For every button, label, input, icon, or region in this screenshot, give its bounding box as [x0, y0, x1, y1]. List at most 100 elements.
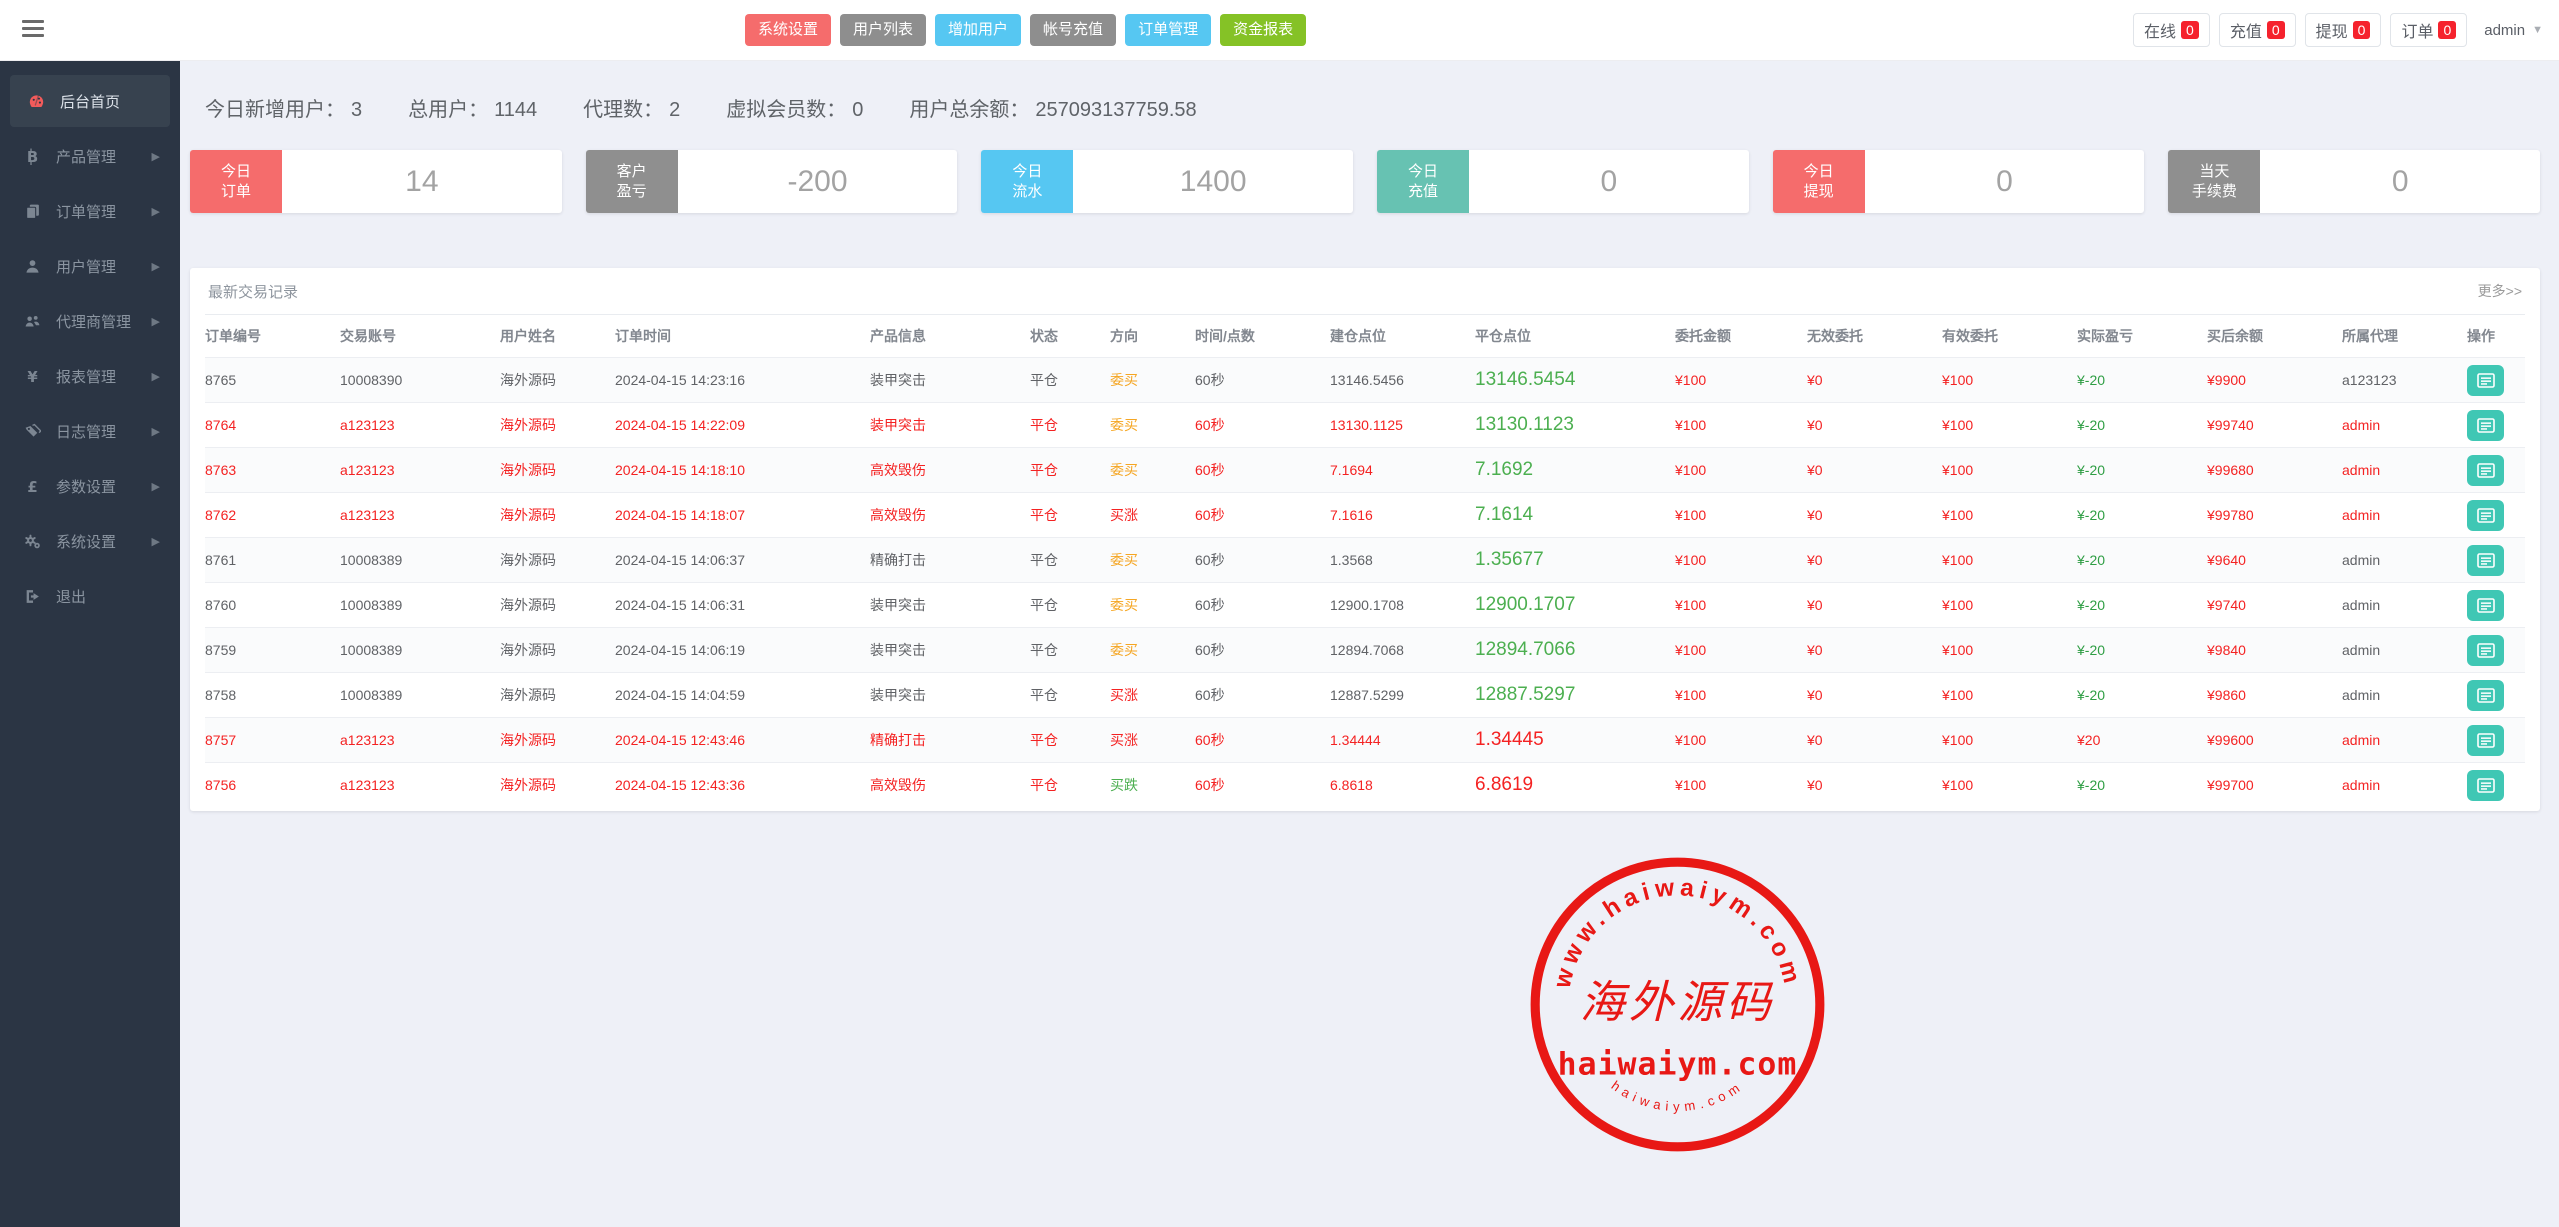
- cell-status: 平仓: [1030, 718, 1110, 763]
- sidebar-item-7[interactable]: 日志管理▶: [0, 404, 180, 459]
- cell-profit: ¥-20: [2077, 673, 2207, 718]
- cell-account: a123123: [340, 448, 500, 493]
- cell-account: a123123: [340, 763, 500, 808]
- cell-direction: 委买: [1110, 628, 1195, 673]
- topbar-right: 在线0 充值0 提现0订单0 admin ▼: [2133, 13, 2543, 47]
- sidebar-item-5[interactable]: 代理商管理▶: [0, 294, 180, 349]
- card-value: 0: [1469, 150, 1749, 213]
- cell-valid: ¥100: [1942, 763, 2077, 808]
- cell-balance: ¥99680: [2207, 448, 2342, 493]
- cell-duration: 60秒: [1195, 628, 1330, 673]
- cell-balance: ¥9840: [2207, 628, 2342, 673]
- cell-close: 1.34445: [1475, 718, 1675, 763]
- status-pill-label: 提现: [2316, 18, 2348, 42]
- cell-close: 12887.5297: [1475, 673, 1675, 718]
- chevron-right-icon: ▶: [152, 370, 160, 383]
- cell-profit: ¥-20: [2077, 538, 2207, 583]
- order-detail-button[interactable]: [2467, 590, 2504, 621]
- sidebar-item-10[interactable]: 退出: [0, 569, 180, 624]
- sidebar-item-2[interactable]: B产品管理▶: [0, 129, 180, 184]
- cell-valid: ¥100: [1942, 583, 2077, 628]
- order-detail-button[interactable]: [2467, 545, 2504, 576]
- status-pill-label: 在线: [2144, 18, 2176, 42]
- order-detail-button[interactable]: [2467, 725, 2504, 756]
- card-label: 今日充值: [1377, 150, 1469, 213]
- cell-profit: ¥-20: [2077, 448, 2207, 493]
- quick-button[interactable]: 资金报表: [1220, 14, 1306, 46]
- quick-button[interactable]: 增加用户: [935, 14, 1021, 46]
- quick-button[interactable]: 系统设置: [745, 14, 831, 46]
- stat-label: 总用户：: [408, 99, 488, 121]
- orders-icon: [24, 203, 41, 220]
- user-menu[interactable]: admin ▼: [2484, 22, 2543, 39]
- cell-amount: ¥100: [1675, 493, 1807, 538]
- more-link[interactable]: 更多>>: [2478, 281, 2522, 301]
- order-detail-button[interactable]: [2467, 410, 2504, 441]
- cell-balance: ¥99600: [2207, 718, 2342, 763]
- sidebar-item-8[interactable]: £参数设置▶: [0, 459, 180, 514]
- cell-open: 1.3568: [1330, 538, 1475, 583]
- sidebar-item-9[interactable]: 系统设置▶: [0, 514, 180, 569]
- stat-value: 3: [351, 99, 362, 121]
- svg-text:haiwaiym.com: haiwaiym.com: [1609, 1078, 1747, 1114]
- table-row: 8762a123123海外源码2024-04-15 14:18:07高效毁伤平仓…: [205, 493, 2525, 538]
- topbar: 系统设置用户列表增加用户帐号充值订单管理资金报表 在线0 充值0 提现0订单0 ad…: [0, 0, 2559, 61]
- column-header-profit: 实际盈亏: [2077, 315, 2207, 358]
- order-detail-button[interactable]: [2467, 365, 2504, 396]
- column-header-open: 建仓点位: [1330, 315, 1475, 358]
- cell-account: 10008389: [340, 673, 500, 718]
- quick-button[interactable]: 订单管理: [1125, 14, 1211, 46]
- status-pill[interactable]: 订单0: [2390, 13, 2467, 47]
- chevron-right-icon: ▶: [152, 480, 160, 493]
- sidebar-item-6[interactable]: ¥ 报表管理 ▶: [0, 349, 180, 404]
- sidebar-item-4[interactable]: 用户管理▶: [0, 239, 180, 294]
- cell-name: 海外源码: [500, 763, 615, 808]
- cell-open: 13146.5456: [1330, 358, 1475, 403]
- status-pill[interactable]: 在线0: [2133, 13, 2210, 47]
- cell-time: 2024-04-15 14:18:10: [615, 448, 870, 493]
- cell-time: 2024-04-15 14:06:31: [615, 583, 870, 628]
- column-header-status: 状态: [1030, 315, 1110, 358]
- hamburger-menu-icon[interactable]: [22, 20, 44, 37]
- svg-text:¥: ¥: [27, 368, 38, 385]
- stat-label: 今日新增用户：: [205, 99, 345, 121]
- sidebar-item-3[interactable]: 订单管理▶: [0, 184, 180, 239]
- summary-card: 今日流水1400: [981, 150, 1353, 213]
- quick-button[interactable]: 用户列表: [840, 14, 926, 46]
- cell-product: 装甲突击: [870, 673, 1030, 718]
- cell-status: 平仓: [1030, 448, 1110, 493]
- card-value: 14: [282, 150, 562, 213]
- cell-product: 高效毁伤: [870, 763, 1030, 808]
- order-detail-button[interactable]: [2467, 680, 2504, 711]
- sidebar-item-label: 报表管理: [56, 366, 116, 387]
- quick-button[interactable]: 帐号充值: [1030, 14, 1116, 46]
- cell-id: 8763: [205, 448, 340, 493]
- sidebar-item-1[interactable]: 后台首页: [10, 75, 170, 127]
- cell-action: [2467, 718, 2525, 763]
- chevron-right-icon: ▶: [152, 150, 160, 163]
- order-detail-button[interactable]: [2467, 635, 2504, 666]
- trades-panel: 最新交易记录 更多>> 订单编号交易账号用户姓名订单时间产品信息状态方向时间/点…: [190, 268, 2540, 811]
- cell-status: 平仓: [1030, 628, 1110, 673]
- status-pill[interactable]: 提现0: [2305, 13, 2382, 47]
- cell-close: 12894.7066: [1475, 628, 1675, 673]
- cell-profit: ¥-20: [2077, 493, 2207, 538]
- cell-product: 装甲突击: [870, 583, 1030, 628]
- table-row: 876110008389海外源码2024-04-15 14:06:37精确打击平…: [205, 538, 2525, 583]
- chevron-right-icon: ▶: [152, 535, 160, 548]
- order-detail-button[interactable]: [2467, 770, 2504, 801]
- cell-time: 2024-04-15 14:04:59: [615, 673, 870, 718]
- stat-label: 代理数：: [583, 99, 663, 121]
- sidebar-item-label: 产品管理: [56, 146, 116, 167]
- status-pill[interactable]: 充值0: [2219, 13, 2296, 47]
- cell-name: 海外源码: [500, 403, 615, 448]
- order-detail-button[interactable]: [2467, 455, 2504, 486]
- cell-status: 平仓: [1030, 673, 1110, 718]
- panel-head: 最新交易记录 更多>>: [190, 268, 2540, 314]
- order-detail-button[interactable]: [2467, 500, 2504, 531]
- logout-icon: [24, 588, 41, 605]
- chevron-right-icon: ▶: [152, 205, 160, 218]
- chevron-down-icon: ▼: [2532, 24, 2543, 36]
- cell-agent: admin: [2342, 583, 2467, 628]
- cell-agent: admin: [2342, 538, 2467, 583]
